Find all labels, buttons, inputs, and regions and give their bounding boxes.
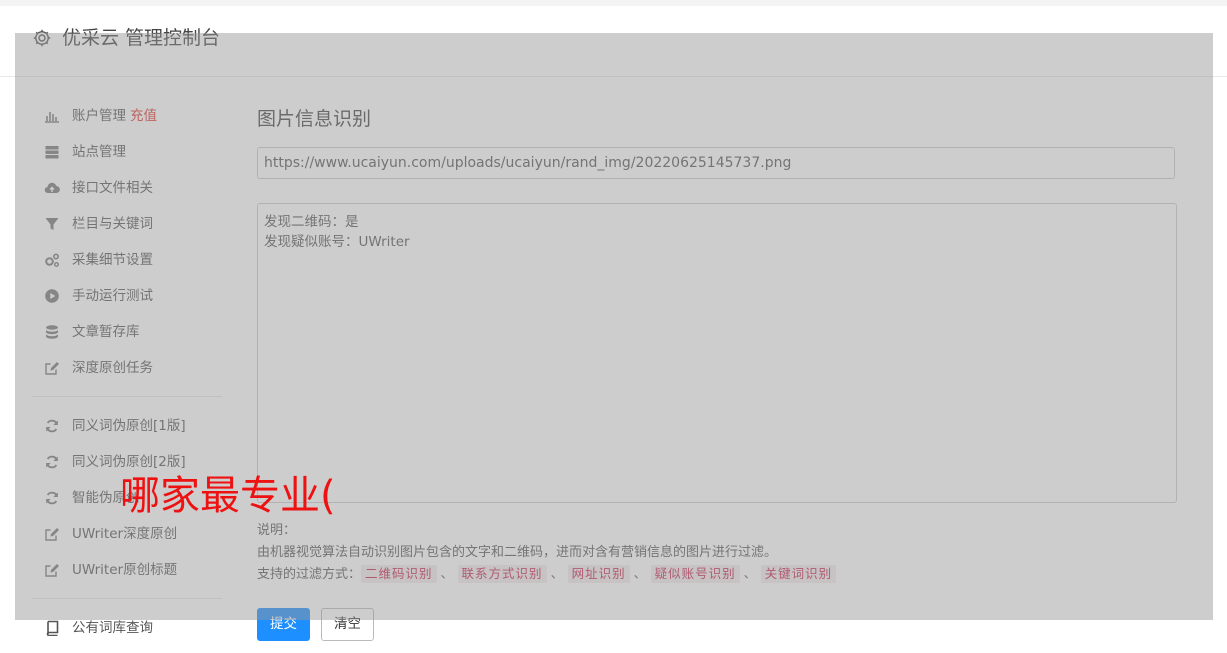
- sidebar-item-label: 同义词伪原创[1版]: [72, 418, 186, 434]
- sidebar-item[interactable]: 同义词伪原创[2版]: [32, 444, 222, 480]
- sidebar-item-label: UWriter深度原创: [72, 526, 178, 542]
- filter-tag: 网址识别: [567, 565, 630, 583]
- app-title: 优采云 管理控制台: [62, 27, 221, 49]
- filter-tag: 关键词识别: [760, 565, 837, 583]
- sidebar-item[interactable]: 智能伪原创: [32, 480, 222, 516]
- sidebar-divider: [32, 598, 222, 599]
- server-icon: [44, 144, 60, 160]
- sidebar-item[interactable]: 站点管理: [32, 134, 222, 170]
- help-section: 说明： 由机器视觉算法自动识别图片包含的文字和二维码，进而对含有营销信息的图片进…: [257, 520, 1177, 586]
- filter-methods: 支持的过滤方式： 二维码识别、联系方式识别、网址识别、疑似账号识别、关键词识别: [257, 564, 1177, 586]
- filter-tag: 二维码识别: [361, 565, 437, 583]
- sidebar-item[interactable]: 接口文件相关: [32, 170, 222, 206]
- filter-separator: 、: [743, 567, 757, 582]
- sidebar-item[interactable]: 采集细节设置: [32, 242, 222, 278]
- sidebar-item-label: UWriter原创标题: [72, 562, 178, 578]
- result-textarea[interactable]: 发现二维码：是 发现疑似账号：UWriter: [257, 203, 1177, 503]
- sidebar-divider: [32, 396, 222, 397]
- sidebar-item-label: 站点管理: [72, 144, 126, 160]
- sidebar: 账户管理 充值站点管理接口文件相关 栏目与关键词 采集细节设置 手动运行测试 文章暂存库深…: [32, 98, 222, 646]
- sidebar-item[interactable]: 栏目与关键词: [32, 206, 222, 242]
- submit-button[interactable]: 提交: [257, 608, 310, 641]
- sidebar-item[interactable]: 手动运行测试: [32, 278, 222, 314]
- sidebar-item[interactable]: 深度原创任务: [32, 350, 222, 386]
- cogs-icon: [44, 252, 60, 268]
- sidebar-item-label: 智能伪原创: [72, 490, 140, 506]
- filter-methods-label: 支持的过滤方式：: [257, 567, 362, 582]
- app-page: 优采云 管理控制台 账户管理 充值站点管理接口文件相关 栏目与关键词 采集细节设置 手动…: [0, 6, 1227, 653]
- sidebar-item[interactable]: 公有词库查询: [32, 610, 222, 646]
- sidebar-item-label: 文章暂存库: [72, 324, 140, 340]
- play-circle-icon: [44, 288, 60, 304]
- button-group: 提交 清空: [257, 608, 385, 641]
- sidebar-item-label: 栏目与关键词: [72, 216, 153, 232]
- sidebar-item-label: 深度原创任务: [72, 360, 153, 376]
- result-line: 发现二维码：是: [264, 214, 359, 230]
- help-title: 说明：: [257, 523, 297, 538]
- bar-chart-icon: [44, 108, 60, 124]
- cloud-upload-icon: [44, 180, 60, 196]
- result-line: 发现疑似账号：UWriter: [264, 234, 410, 250]
- sidebar-item[interactable]: 文章暂存库: [32, 314, 222, 350]
- refresh-icon: [44, 490, 60, 506]
- help-description: 由机器视觉算法自动识别图片包含的文字和二维码，进而对含有营销信息的图片进行过滤。: [257, 545, 778, 560]
- book-icon: [44, 620, 60, 636]
- sidebar-item-label: 接口文件相关: [72, 180, 153, 196]
- filter-tag: 疑似账号识别: [650, 565, 740, 583]
- sidebar-item-label: 账户管理: [72, 108, 126, 124]
- filter-separator: 、: [633, 567, 647, 582]
- sidebar-item[interactable]: 账户管理 充值: [32, 98, 222, 134]
- refresh-icon: [44, 418, 60, 434]
- refresh-icon: [44, 454, 60, 470]
- recharge-link[interactable]: 充值: [130, 108, 157, 124]
- edit-icon: [44, 360, 60, 376]
- sidebar-item[interactable]: 同义词伪原创[1版]: [32, 408, 222, 444]
- filter-icon: [44, 216, 60, 232]
- clear-button[interactable]: 清空: [321, 608, 374, 641]
- sidebar-item-label: 采集细节设置: [72, 252, 153, 268]
- image-url-input[interactable]: [257, 147, 1175, 179]
- header: 优采云 管理控制台: [0, 6, 1227, 77]
- database-icon: [44, 324, 60, 340]
- filter-tag: 联系方式识别: [457, 565, 547, 583]
- filter-separator: 、: [440, 567, 454, 582]
- sidebar-item-label: 公有词库查询: [72, 620, 153, 636]
- sidebar-item-label: 手动运行测试: [72, 288, 153, 304]
- sidebar-item[interactable]: UWriter深度原创: [32, 516, 222, 552]
- main-panel: 图片信息识别 发现二维码：是 发现疑似账号：UWriter 说明： 由机器视觉算…: [257, 104, 1177, 641]
- edit-icon: [44, 562, 60, 578]
- sidebar-item-label: 同义词伪原创[2版]: [72, 454, 186, 470]
- gear-icon: [32, 28, 52, 48]
- page-title: 图片信息识别: [257, 108, 372, 130]
- sidebar-item[interactable]: UWriter原创标题: [32, 552, 222, 588]
- filter-separator: 、: [550, 567, 564, 582]
- edit-icon: [44, 526, 60, 542]
